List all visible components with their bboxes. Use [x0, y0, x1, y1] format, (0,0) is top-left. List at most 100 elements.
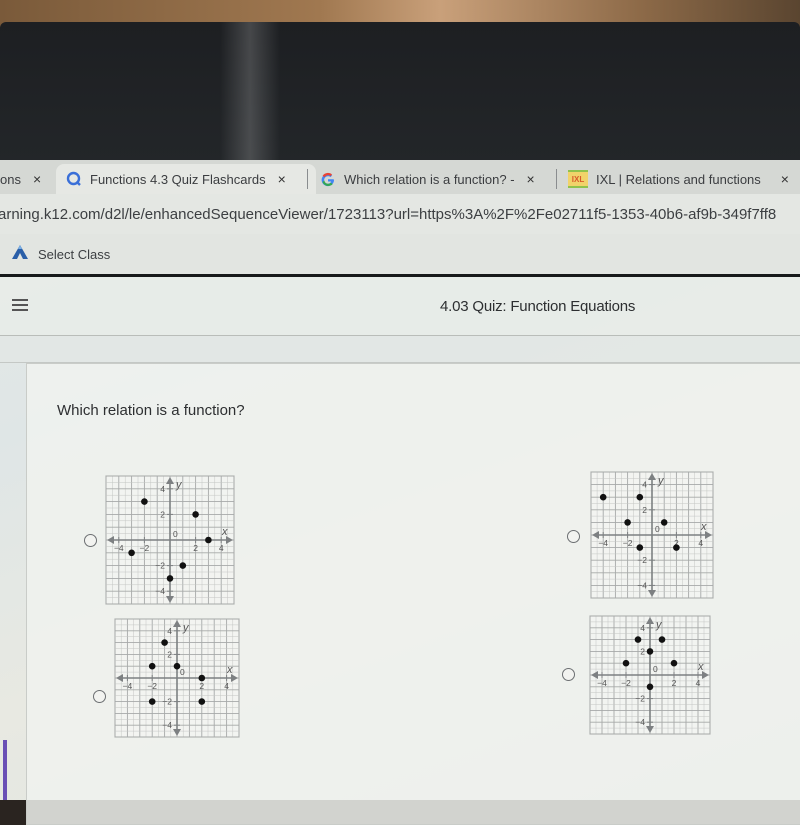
answer-option-c[interactable]: −4 −2 2 4 4 2 −2 −4 0 x y	[93, 617, 240, 738]
close-icon[interactable]: ×	[527, 171, 535, 187]
x-tick-label: 2	[672, 678, 677, 688]
bookmarks-bar: Select Class	[0, 234, 800, 274]
x-tick-label: −2	[140, 543, 150, 553]
origin-label: 0	[653, 664, 658, 674]
scroll-accent	[3, 740, 7, 800]
data-point	[599, 493, 607, 501]
x-tick-label: 4	[698, 538, 703, 548]
ixl-icon: IXL	[568, 170, 588, 188]
data-point	[205, 536, 212, 544]
y-tick-label: −4	[635, 717, 645, 727]
x-tick-label: −2	[147, 681, 157, 691]
question-prompt: Which relation is a function?	[57, 402, 245, 419]
tab-label: ons	[0, 171, 21, 187]
x-axis-label: x	[226, 664, 233, 676]
y-tick-label: 4	[160, 484, 165, 494]
x-tick-label: −2	[621, 678, 631, 688]
x-tick-label: −4	[114, 543, 124, 553]
y-tick-label: 4	[642, 480, 647, 490]
sub-header	[0, 336, 800, 363]
answer-option-b[interactable]: −4 −2 2 4 4 2 −2 −4 0 x y	[567, 470, 714, 599]
tab-strip: ons × Functions 4.3 Quiz Flashcards × Wh…	[0, 160, 800, 194]
data-point	[173, 662, 181, 670]
data-point	[660, 519, 668, 526]
tab-label: IXL | Relations and functions	[596, 171, 761, 187]
hamburger-menu-icon[interactable]	[12, 299, 28, 314]
data-point	[670, 659, 678, 667]
graph-option-b: −4 −2 2 442−2−40 xy	[590, 471, 714, 599]
data-point	[148, 698, 156, 705]
x-tick-label: −2	[623, 538, 633, 548]
y-tick-label: 2	[160, 509, 165, 519]
x-tick-label: −4	[598, 538, 608, 548]
data-point	[646, 648, 654, 655]
graph-option-a: −4 −2 2 442−2−40 xy	[105, 475, 235, 605]
graph-option-d: −4 −2 2 442−2−40 xy	[589, 615, 711, 735]
x-tick-label: 2	[193, 543, 198, 553]
tab-separator	[556, 169, 557, 189]
x-tick-label: 4	[696, 678, 701, 688]
data-point	[673, 544, 680, 551]
data-point	[192, 511, 199, 518]
y-tick-label: −4	[162, 720, 172, 730]
app-header: 4.03 Quiz: Function Equations	[0, 277, 800, 336]
y-tick-label: 4	[640, 623, 645, 633]
data-point	[166, 575, 174, 582]
google-g-icon	[320, 171, 336, 187]
origin-label: 0	[180, 667, 185, 677]
data-point	[148, 662, 156, 670]
close-icon[interactable]: ×	[33, 171, 41, 187]
tab-1[interactable]: ons ×	[0, 164, 41, 194]
answer-option-d[interactable]: −4 −2 2 4 4 2 −2 −4 0 x y	[562, 614, 711, 735]
radio-option-c[interactable]	[93, 690, 106, 703]
radio-option-d[interactable]	[562, 668, 575, 681]
radio-option-b[interactable]	[567, 530, 580, 543]
url-text[interactable]: arning.k12.com/d2l/le/enhancedSequenceVi…	[0, 206, 776, 223]
data-point	[636, 493, 644, 501]
y-tick-label: 2	[167, 649, 172, 659]
data-point	[634, 636, 642, 643]
monitor-bezel	[0, 22, 800, 162]
tab-4[interactable]: IXL IXL | Relations and functions ×	[568, 164, 800, 194]
data-point	[161, 639, 168, 646]
graph-option-c: −4 −2 2 442−2−40 xy	[114, 618, 240, 738]
data-point	[622, 659, 630, 667]
y-tick-label: −2	[637, 555, 647, 565]
data-point	[624, 519, 631, 526]
data-point	[128, 549, 135, 557]
y-tick-label: −2	[162, 697, 172, 707]
origin-label: 0	[173, 529, 178, 539]
address-bar[interactable]: arning.k12.com/d2l/le/enhancedSequenceVi…	[0, 194, 800, 234]
close-icon[interactable]: ×	[278, 171, 286, 187]
bezel-glare	[220, 22, 280, 162]
tab-3[interactable]: Which relation is a function? - ×	[320, 164, 552, 194]
data-point	[658, 636, 666, 643]
close-icon[interactable]: ×	[781, 171, 789, 187]
x-tick-label: 4	[224, 681, 229, 691]
tab-label: Which relation is a function? -	[344, 171, 515, 187]
x-tick-label: 4	[219, 543, 224, 553]
x-axis-label: x	[700, 521, 707, 533]
tab-2[interactable]: Functions 4.3 Quiz Flashcards ×	[56, 164, 316, 194]
answer-option-a[interactable]: −4 −2 2 4 4 2 −2 −4 0 x y	[84, 474, 235, 605]
y-tick-label: −4	[155, 586, 165, 596]
y-tick-label: 4	[167, 626, 172, 636]
x-tick-label: −4	[597, 678, 607, 688]
browser-window: ons × Functions 4.3 Quiz Flashcards × Wh…	[0, 160, 800, 825]
origin-label: 0	[655, 524, 660, 534]
radio-option-a[interactable]	[84, 534, 97, 547]
k12-logo-icon	[12, 244, 28, 264]
y-tick-label: −4	[637, 580, 647, 590]
bookmark-label: Select Class	[38, 246, 111, 262]
x-tick-label: 2	[199, 681, 204, 691]
x-axis-label: x	[697, 661, 704, 673]
y-tick-label: 2	[642, 505, 647, 515]
data-point	[198, 674, 206, 682]
x-axis-label: x	[221, 526, 228, 538]
data-point	[636, 544, 644, 551]
data-point	[141, 498, 148, 505]
x-tick-label: −4	[123, 681, 133, 691]
bookmark-select-class[interactable]: Select Class	[12, 244, 111, 264]
data-point	[646, 683, 654, 691]
quizlet-q-icon	[66, 171, 82, 187]
